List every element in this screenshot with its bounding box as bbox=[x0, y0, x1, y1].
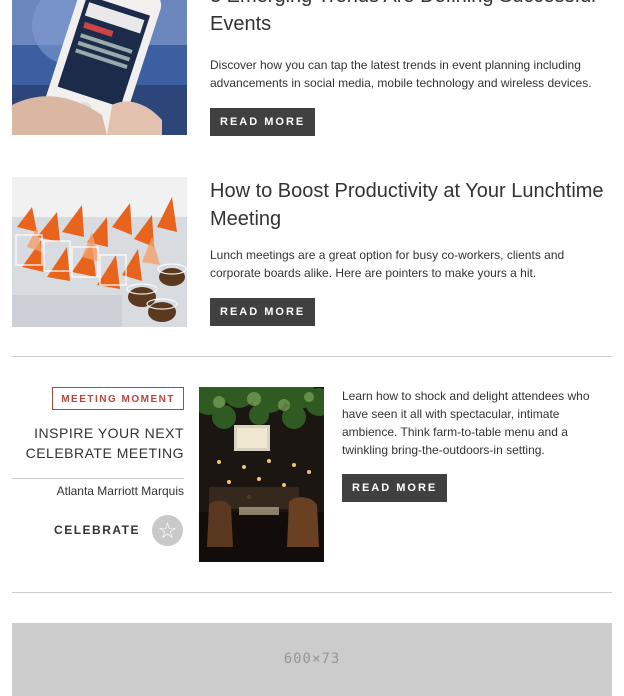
meeting-moment-badge: MEETING MOMENT bbox=[52, 387, 184, 410]
section-divider bbox=[12, 356, 612, 357]
read-more-button[interactable]: READ MORE bbox=[342, 474, 448, 502]
article-title-line[interactable]: Events bbox=[210, 10, 610, 38]
article-description: Discover how you can tap the latest tren… bbox=[210, 58, 592, 90]
article-thumbnail-food[interactable] bbox=[12, 177, 187, 327]
article-body: How to Boost Productivity at Your Luncht… bbox=[210, 177, 610, 326]
venue-name: Atlanta Marriott Marquis bbox=[56, 484, 184, 498]
meeting-moment-headline[interactable]: INSPIRE YOUR NEXT CELEBRATE MEETING bbox=[12, 423, 184, 463]
read-more-button[interactable]: READ MORE bbox=[210, 108, 316, 136]
article-title-line[interactable]: Meeting bbox=[210, 205, 610, 233]
article-thumbnail-phone[interactable] bbox=[12, 0, 187, 135]
article-title-line[interactable]: How to Boost Productivity at Your Luncht… bbox=[210, 177, 610, 205]
article-title[interactable]: How to Boost Productivity at Your Luncht… bbox=[210, 177, 610, 233]
meeting-moment-separator bbox=[12, 478, 184, 479]
category-label: CELEBRATE bbox=[54, 523, 140, 537]
article-title-line[interactable]: 3 Emerging Trends Are Defining Successfu… bbox=[210, 0, 610, 10]
section-divider bbox=[12, 592, 612, 593]
ad-placeholder[interactable]: 600×73 bbox=[12, 623, 612, 696]
meeting-moment-description: Learn how to shock and delight attendees… bbox=[342, 389, 590, 457]
article-card: How to Boost Productivity at Your Luncht… bbox=[12, 177, 612, 327]
meeting-moment-photo[interactable] bbox=[199, 387, 324, 562]
article-body: 3 Emerging Trends Are Defining Successfu… bbox=[210, 0, 610, 136]
star-icon: ☆ bbox=[152, 515, 183, 546]
read-more-button[interactable]: READ MORE bbox=[210, 298, 316, 326]
article-title[interactable]: 3 Emerging Trends Are Defining Successfu… bbox=[210, 0, 610, 38]
article-card: 3 Emerging Trends Are Defining Successfu… bbox=[12, 0, 612, 136]
headline-line[interactable]: INSPIRE YOUR NEXT bbox=[12, 423, 184, 443]
headline-line[interactable]: CELEBRATE MEETING bbox=[12, 443, 184, 463]
article-description: Lunch meetings are a great option for bu… bbox=[210, 248, 565, 280]
